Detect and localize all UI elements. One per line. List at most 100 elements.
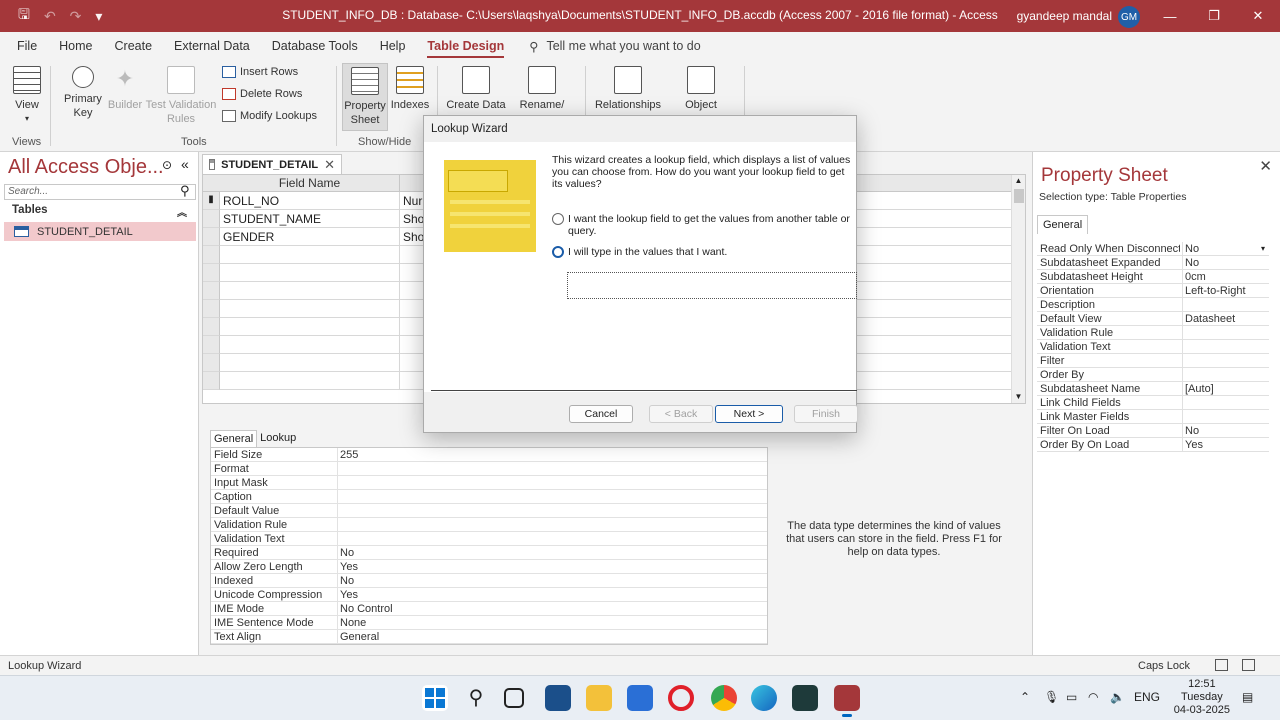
modify-lookups-button[interactable]: Modify Lookups xyxy=(222,110,317,122)
list-item[interactable]: Indexed No xyxy=(211,574,767,588)
option-type-values[interactable]: I will type in the values that I want. xyxy=(552,246,727,258)
list-item[interactable]: Caption xyxy=(211,490,767,504)
property-value[interactable] xyxy=(337,532,767,546)
primary-key-button[interactable]: Primary Key xyxy=(60,66,106,120)
radio-type-values[interactable] xyxy=(552,246,564,258)
tab-external-data[interactable]: External Data xyxy=(163,32,261,60)
list-item[interactable]: Default View Datasheet xyxy=(1037,312,1269,326)
property-value[interactable]: Left-to-Right xyxy=(1182,284,1269,298)
row-selector[interactable] xyxy=(203,354,220,372)
list-item[interactable]: Subdatasheet Expanded No xyxy=(1037,256,1269,270)
row-selector[interactable] xyxy=(203,336,220,354)
list-item[interactable]: Field Size 255 xyxy=(211,448,767,462)
row-selector[interactable] xyxy=(203,210,220,228)
back-button[interactable]: < Back xyxy=(649,405,713,423)
list-item[interactable]: Allow Zero Length Yes xyxy=(211,560,767,574)
indexes-button[interactable]: Indexes xyxy=(390,66,430,112)
tab-help[interactable]: Help xyxy=(369,32,417,60)
list-item[interactable]: Unicode Compression Yes xyxy=(211,588,767,602)
view-button[interactable]: View ▾ xyxy=(8,66,46,126)
list-item[interactable]: IME Mode No Control xyxy=(211,602,767,616)
list-item[interactable]: Order By On Load Yes xyxy=(1037,438,1269,452)
task-view-icon[interactable] xyxy=(504,688,524,708)
property-value[interactable] xyxy=(1182,340,1269,354)
property-value[interactable] xyxy=(1182,354,1269,368)
tab-database-tools[interactable]: Database Tools xyxy=(261,32,369,60)
nav-title[interactable]: All Access Obje... xyxy=(8,156,164,179)
tell-me-box[interactable]: ⚲ Tell me what you want to do xyxy=(529,39,700,54)
search-icon[interactable]: ⚲ xyxy=(463,685,489,711)
field-name-cell[interactable] xyxy=(220,264,400,282)
field-name-cell[interactable] xyxy=(220,336,400,354)
list-item[interactable]: Validation Text xyxy=(211,532,767,546)
nav-menu-icon[interactable]: ⊙ xyxy=(162,158,172,172)
access-app-icon[interactable] xyxy=(834,685,860,717)
nav-search-input[interactable]: Search... xyxy=(4,184,196,200)
notification-icon[interactable]: ▤ xyxy=(1242,690,1253,704)
property-value[interactable]: [Auto] xyxy=(1182,382,1269,396)
windows-start-icon[interactable] xyxy=(422,685,448,711)
nav-item-student-detail[interactable]: STUDENT_DETAIL xyxy=(4,222,196,241)
row-selector[interactable] xyxy=(203,300,220,318)
property-value[interactable] xyxy=(337,462,767,476)
file-explorer-icon[interactable] xyxy=(586,685,612,711)
list-item[interactable]: Validation Text xyxy=(1037,340,1269,354)
scroll-thumb[interactable] xyxy=(1013,189,1024,203)
property-sheet-button[interactable]: Property Sheet xyxy=(342,63,388,131)
minimize-icon[interactable]: — xyxy=(1148,0,1192,32)
user-name[interactable]: gyandeep mandal xyxy=(1017,9,1112,23)
property-value[interactable]: No xyxy=(337,574,767,588)
property-value[interactable]: Datasheet xyxy=(1182,312,1269,326)
collapse-pane-icon[interactable]: « xyxy=(181,156,189,172)
row-selector[interactable] xyxy=(203,228,220,246)
list-item[interactable]: Text Align General xyxy=(211,630,767,644)
row-selector[interactable] xyxy=(203,246,220,264)
property-value[interactable]: No xyxy=(1182,424,1269,438)
field-name-cell[interactable] xyxy=(220,246,400,264)
chevron-up-icon[interactable]: ⌃ xyxy=(1020,690,1030,704)
datasheet-view-icon[interactable] xyxy=(1215,659,1228,671)
property-value[interactable]: Yes xyxy=(337,560,767,574)
property-value[interactable]: No xyxy=(1182,256,1269,270)
property-value[interactable]: No xyxy=(337,546,767,560)
chevron-up-icon[interactable]: ︽ xyxy=(177,204,187,219)
list-item[interactable]: Read Only When Disconnected No ▾ xyxy=(1037,242,1269,256)
language-indicator[interactable]: ENG xyxy=(1134,690,1160,704)
chevron-down-icon[interactable]: ▾ xyxy=(1261,242,1265,256)
chrome-icon[interactable] xyxy=(711,685,737,711)
delete-rows-button[interactable]: Delete Rows xyxy=(222,88,302,100)
list-item[interactable]: Filter On Load No xyxy=(1037,424,1269,438)
save-icon[interactable]: 🖫 xyxy=(18,4,30,28)
property-value[interactable] xyxy=(1182,410,1269,424)
radio-another-table[interactable] xyxy=(552,213,564,225)
field-name-cell[interactable]: STUDENT_NAME xyxy=(220,210,400,228)
nav-section-tables[interactable]: Tables ︽ xyxy=(0,204,199,220)
field-name-cell[interactable] xyxy=(220,354,400,372)
tab-general[interactable]: General xyxy=(1037,215,1089,234)
field-name-cell[interactable] xyxy=(220,318,400,336)
row-selector[interactable] xyxy=(203,372,220,390)
list-item[interactable]: Format xyxy=(211,462,767,476)
tab-general[interactable]: General xyxy=(210,430,258,447)
option-another-table[interactable]: I want the lookup field to get the value… xyxy=(552,213,852,237)
tab-create[interactable]: Create xyxy=(104,32,164,60)
field-name-cell[interactable] xyxy=(220,282,400,300)
list-item[interactable]: Filter xyxy=(1037,354,1269,368)
builder-button[interactable]: ✦ Builder xyxy=(106,66,144,112)
property-value[interactable]: General xyxy=(337,630,767,644)
close-window-icon[interactable]: ✕ xyxy=(1236,0,1280,32)
list-item[interactable]: Validation Rule xyxy=(1037,326,1269,340)
test-validation-button[interactable]: Test Validation Rules xyxy=(144,66,218,126)
tab-file[interactable]: File xyxy=(6,32,48,60)
tab-table-design[interactable]: Table Design xyxy=(416,32,515,60)
design-view-icon[interactable] xyxy=(1242,659,1255,671)
restore-icon[interactable]: ❐ xyxy=(1192,0,1236,32)
finish-button[interactable]: Finish xyxy=(794,405,858,423)
close-tab-icon[interactable]: ✕ xyxy=(324,157,335,173)
property-value[interactable] xyxy=(1182,396,1269,410)
field-name-cell[interactable]: GENDER xyxy=(220,228,400,246)
tab-lookup[interactable]: Lookup xyxy=(257,430,299,447)
clock[interactable]: 12:51 Tuesday 04-03-2025 xyxy=(1174,678,1230,717)
property-value[interactable]: Yes xyxy=(1182,438,1269,452)
vertical-scrollbar[interactable]: ▲ ▼ xyxy=(1011,175,1025,403)
